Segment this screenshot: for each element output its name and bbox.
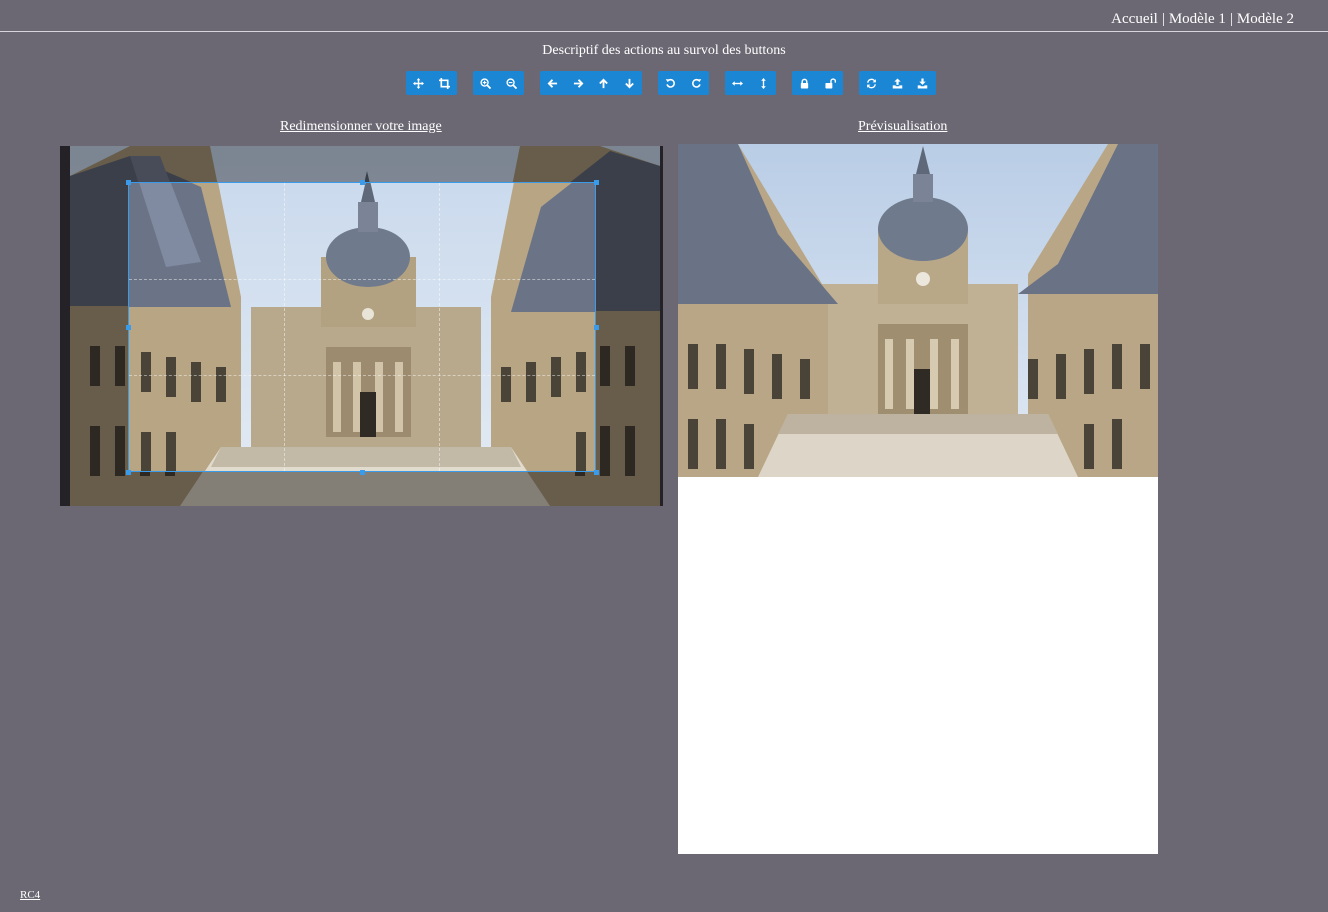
nav-links: Accueil | Modèle 1 | Modèle 2 — [1111, 11, 1294, 28]
arrow-group — [540, 71, 642, 95]
crop-handle-e[interactable] — [594, 325, 599, 330]
top-nav: Accueil | Modèle 1 | Modèle 2 — [0, 0, 1328, 32]
lock-icon — [801, 78, 809, 89]
crop-handle-nw[interactable] — [126, 180, 131, 185]
crop-handle-n[interactable] — [360, 180, 365, 185]
nav-separator: | — [1229, 11, 1233, 27]
file-group — [859, 71, 936, 95]
crop-grid-line — [439, 183, 441, 471]
move-left-button[interactable] — [540, 71, 566, 95]
sorbonne-courtyard-image — [678, 144, 1158, 477]
flip-horizontal-button[interactable] — [725, 71, 751, 95]
move-up-button[interactable] — [591, 71, 617, 95]
nav-model1-link[interactable]: Modèle 1 — [1169, 11, 1226, 27]
arrow-up-icon — [599, 78, 609, 88]
rotate-right-icon — [691, 78, 702, 88]
move-crop-group — [406, 71, 457, 95]
preview-panel — [678, 144, 1158, 854]
image-cropper[interactable] — [60, 146, 663, 506]
nav-home-link[interactable]: Accueil — [1111, 11, 1158, 27]
rotate-left-button[interactable] — [658, 71, 684, 95]
download-button[interactable] — [910, 71, 936, 95]
refresh-button[interactable] — [859, 71, 885, 95]
move-button[interactable] — [406, 71, 432, 95]
move-icon — [413, 77, 425, 89]
preview-title: Prévisualisation — [858, 119, 948, 134]
upload-button[interactable] — [884, 71, 910, 95]
rotate-group — [658, 71, 709, 95]
flip-horizontal-icon — [732, 80, 744, 86]
move-right-button[interactable] — [565, 71, 591, 95]
crop-box[interactable] — [128, 182, 596, 472]
zoom-group — [473, 71, 524, 95]
rotate-left-icon — [665, 78, 676, 88]
sorbonne-courtyard-image — [129, 183, 595, 471]
crop-handle-s[interactable] — [360, 470, 365, 475]
crop-icon — [438, 77, 450, 89]
crop-grid-line — [129, 278, 595, 280]
lock-group — [792, 71, 843, 95]
zoom-in-button[interactable] — [473, 71, 499, 95]
preview-image — [678, 144, 1158, 477]
rotate-right-button[interactable] — [683, 71, 709, 95]
arrow-down-icon — [624, 78, 634, 88]
unlock-icon — [825, 77, 836, 89]
crop-button[interactable] — [431, 71, 457, 95]
move-down-button[interactable] — [616, 71, 642, 95]
refresh-icon — [867, 78, 877, 88]
flip-vertical-icon — [760, 77, 766, 89]
crop-grid-line — [129, 374, 595, 376]
crop-handle-se[interactable] — [594, 470, 599, 475]
nav-separator: | — [1161, 11, 1165, 27]
crop-grid-line — [284, 183, 286, 471]
crop-handle-sw[interactable] — [126, 470, 131, 475]
zoom-out-button[interactable] — [498, 71, 524, 95]
download-icon — [917, 77, 928, 89]
crop-handle-w[interactable] — [126, 325, 131, 330]
footer-link[interactable]: RC4 — [20, 889, 40, 901]
flip-vertical-button[interactable] — [750, 71, 776, 95]
flip-group — [725, 71, 776, 95]
arrow-right-icon — [573, 78, 584, 88]
nav-model2-link[interactable]: Modèle 2 — [1237, 11, 1294, 27]
actions-description: Descriptif des actions au survol des but… — [542, 43, 786, 58]
arrow-left-icon — [547, 78, 558, 88]
unlock-button[interactable] — [817, 71, 843, 95]
zoom-in-icon — [480, 77, 492, 89]
lock-button[interactable] — [792, 71, 818, 95]
crop-handle-ne[interactable] — [594, 180, 599, 185]
editor-title: Redimensionner votre image — [280, 119, 442, 134]
crop-box-image — [129, 183, 595, 471]
zoom-out-icon — [506, 77, 517, 89]
upload-icon — [892, 77, 903, 89]
